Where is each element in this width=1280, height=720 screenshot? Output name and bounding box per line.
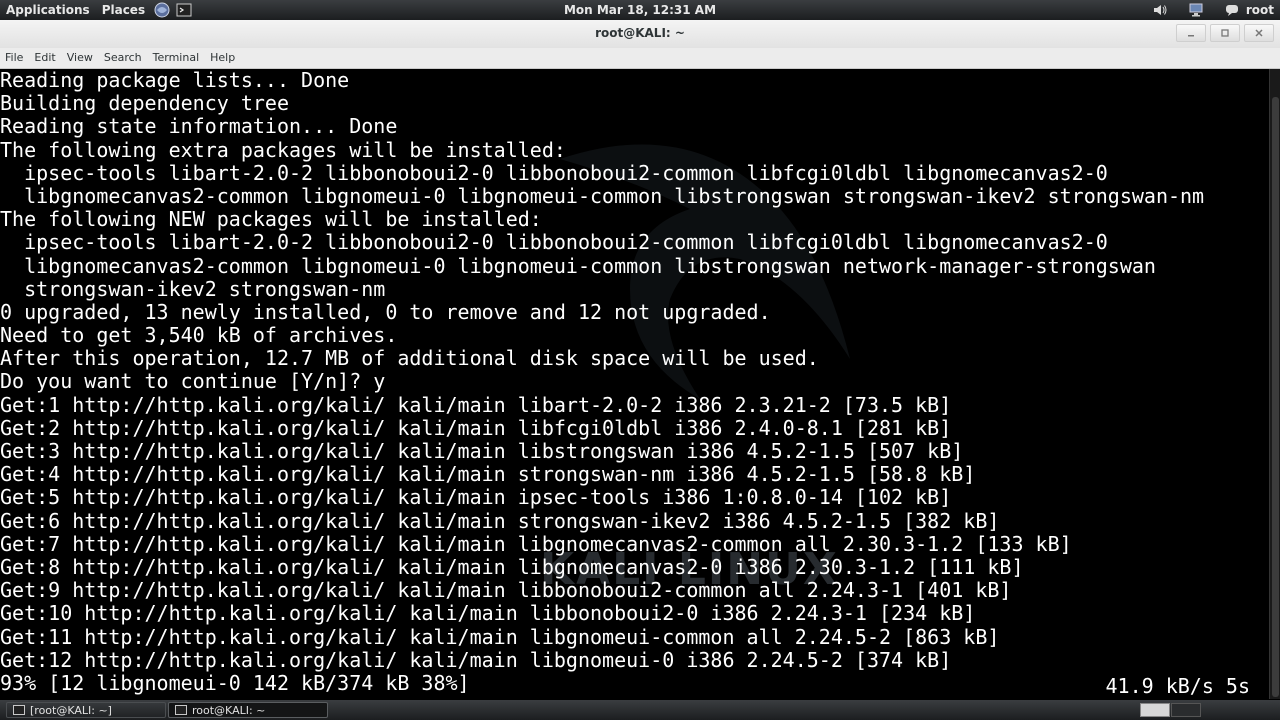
terminal-line: The following NEW packages will be insta… [0,207,542,232]
terminal-line: Reading state information... Done [0,114,398,139]
places-menu[interactable]: Places [96,0,151,20]
terminal-line: Reading package lists... Done [0,69,350,92]
terminal-line: Get:8 http://http.kali.org/kali/ kali/ma… [0,554,1024,579]
window-title: root@KALI: ~ [595,26,685,40]
terminal-line: Get:3 http://http.kali.org/kali/ kali/ma… [0,439,964,463]
terminal-line: The following extra packages will be ins… [0,137,566,162]
user-name: root [1245,3,1274,17]
menu-file[interactable]: File [0,48,29,68]
minimize-button[interactable] [1176,24,1206,42]
terminal-lines: Reading package lists... Done Building de… [0,69,1204,695]
window-titlebar[interactable]: root@KALI: ~ [0,20,1280,49]
close-icon [1255,29,1263,37]
terminal-line: 0 upgraded, 13 newly installed, 0 to rem… [0,299,771,324]
menu-view[interactable]: View [62,48,99,68]
close-button[interactable] [1244,24,1274,42]
applications-menu[interactable]: Applications [0,0,96,20]
taskbar-item-label: [root@KALI: ~] [30,703,112,717]
menu-edit[interactable]: Edit [29,48,61,68]
terminal-line: Get:11 http://http.kali.org/kali/ kali/m… [0,624,1000,649]
download-speed: 41.9 kB/s 5s [1105,674,1251,698]
network-icon[interactable] [1188,2,1204,18]
terminal-line: Get:5 http://http.kali.org/kali/ kali/ma… [0,485,952,510]
terminal-scrollbar[interactable] [1269,69,1280,699]
terminal-line: ipsec-tools libart-2.0-2 libbonoboui2-0 … [0,230,1108,255]
workspace-switcher-1[interactable] [1140,703,1170,717]
menu-terminal[interactable]: Terminal [148,48,206,68]
menu-help[interactable]: Help [205,48,241,68]
terminal-line: Get:6 http://http.kali.org/kali/ kali/ma… [0,508,1000,533]
maximize-button[interactable] [1210,24,1240,42]
menu-bar: File Edit View Search Terminal Help [0,48,1280,69]
terminal-line: strongswan-ikev2 strongswan-nm [0,276,386,301]
terminal-window-icon [175,705,187,715]
terminal-line: Do you want to continue [Y/n]? y [0,369,386,394]
menu-search[interactable]: Search [99,48,148,68]
window-controls [1176,24,1274,42]
terminal-line: Need to get 3,540 kB of archives. [0,323,398,348]
terminal-line: ipsec-tools libart-2.0-2 libbonoboui2-0 … [0,160,1108,185]
terminal-line: Get:9 http://http.kali.org/kali/ kali/ma… [0,578,1012,603]
minimize-icon [1188,35,1194,37]
terminal-line: Get:1 http://http.kali.org/kali/ kali/ma… [0,392,952,417]
terminal-line: Get:4 http://http.kali.org/kali/ kali/ma… [0,462,976,487]
maximize-icon [1221,29,1229,37]
terminal-launcher-icon[interactable] [176,2,192,18]
terminal-line: 93% [12 libgnomeui-0 142 kB/374 kB 38%] [0,670,470,695]
panel-clock[interactable]: Mon Mar 18, 12:31 AM [564,3,716,17]
taskbar-item-root-window-1[interactable]: [root@KALI: ~] [6,702,166,718]
terminal-window-icon [13,705,25,715]
terminal-line: After this operation, 12.7 MB of additio… [0,346,819,371]
terminal-line: Get:10 http://http.kali.org/kali/ kali/m… [0,601,976,626]
workspace-switcher-2[interactable] [1171,703,1201,717]
browser-launcher-icon[interactable] [154,2,170,18]
top-panel: Applications Places Mon Mar 18, 12:31 AM [0,0,1280,20]
scrollbar-thumb[interactable] [1272,97,1279,697]
terminal-line: Get:2 http://http.kali.org/kali/ kali/ma… [0,415,952,440]
terminal-line: Get:12 http://http.kali.org/kali/ kali/m… [0,647,952,672]
terminal-line: Building dependency tree [0,91,289,116]
panel-tray: root [1149,0,1274,20]
terminal-line: Get:7 http://http.kali.org/kali/ kali/ma… [0,531,1072,556]
bottom-taskbar: [root@KALI: ~] root@KALI: ~ [0,700,1280,720]
taskbar-item-label: root@KALI: ~ [192,703,266,717]
chat-bubble-icon [1224,2,1240,18]
terminal-line: libgnomecanvas2-common libgnomeui-0 libg… [0,183,1205,208]
user-menu[interactable]: root [1221,0,1274,20]
volume-icon[interactable] [1152,2,1168,18]
terminal-line: libgnomecanvas2-common libgnomeui-0 libg… [0,253,1156,278]
taskbar-item-root-window-2[interactable]: root@KALI: ~ [168,702,328,718]
terminal-output[interactable]: KALI LINUX Reading package lists... Done… [0,69,1269,699]
